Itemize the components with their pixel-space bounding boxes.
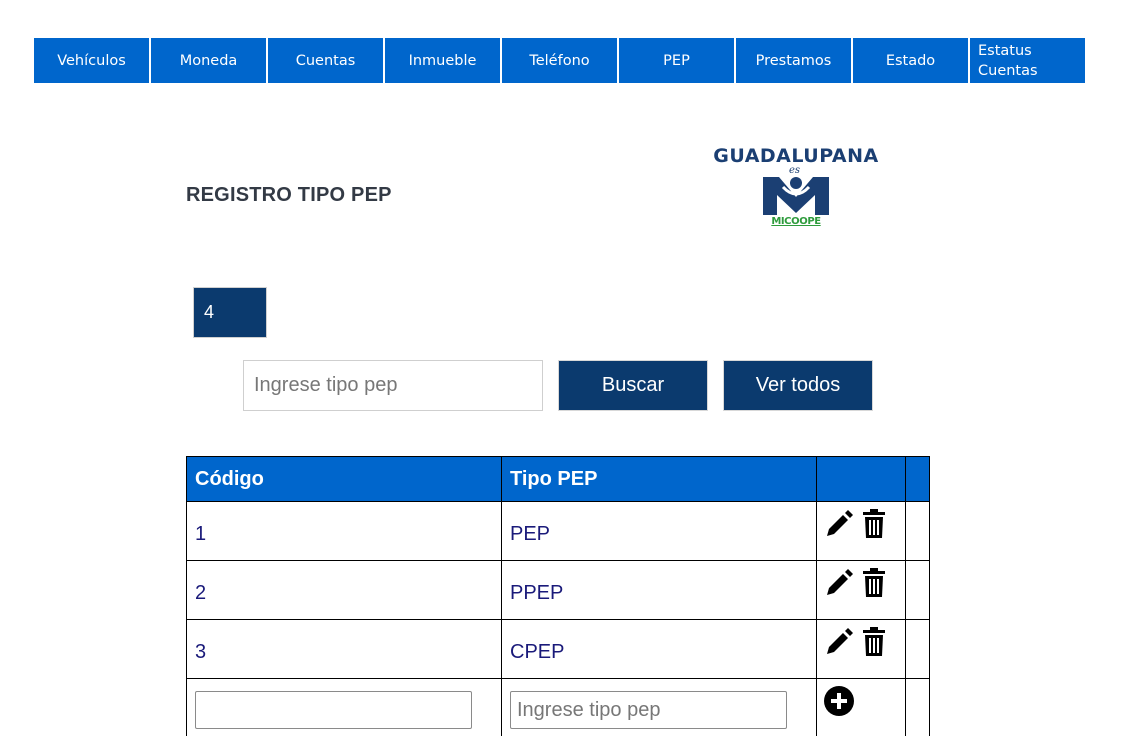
nav-item-inmueble[interactable]: Inmueble [385,38,500,83]
logo-sub: MICOOPE [771,216,821,227]
cell-actions [816,619,906,679]
trash-icon[interactable] [861,626,887,658]
new-type-input[interactable] [510,691,787,729]
logo-tagline: es [789,165,800,176]
nav-item-prestamos[interactable]: Prestamos [736,38,851,83]
nav-item-pep[interactable]: PEP [619,38,734,83]
nav-item-moneda[interactable]: Moneda [151,38,266,83]
table-row: 1 PEP [186,501,930,561]
trash-icon[interactable] [861,567,887,599]
logo: GUADALUPANA es MICOOPE [685,143,907,235]
cell-extra [905,560,930,620]
table-row: 2 PPEP [186,560,930,620]
nav-item-cuentas[interactable]: Cuentas [268,38,383,83]
pencil-icon[interactable] [823,508,855,540]
new-row [186,678,930,736]
top-nav: Vehículos Moneda Cuentas Inmueble Teléfo… [34,38,1085,83]
nav-item-estatus-cuentas[interactable]: Estatus Cuentas [970,38,1085,83]
cell-code: 2 [186,560,502,620]
header-type: Tipo PEP [501,456,817,502]
cell-extra [905,619,930,679]
cell-extra [905,678,930,736]
view-all-button[interactable]: Ver todos [723,360,873,411]
page: Vehículos Moneda Cuentas Inmueble Teléfo… [0,0,1145,736]
nav-item-telefono[interactable]: Teléfono [502,38,617,83]
header-extra [905,456,930,502]
logo-mark-icon: es [761,165,831,215]
logo-name: GUADALUPANA [713,145,879,167]
header-code: Código [186,456,502,502]
plus-circle-icon[interactable] [823,685,855,717]
table-row: 3 CPEP [186,619,930,679]
cell-type: PPEP [501,560,817,620]
table-header-row: Código Tipo PEP [186,456,930,502]
trash-icon[interactable] [861,508,887,540]
pencil-icon[interactable] [823,567,855,599]
cell-actions [816,560,906,620]
record-counter: 4 [193,287,267,338]
new-code-cell [186,678,502,736]
nav-item-estado[interactable]: Estado [853,38,968,83]
cell-type: CPEP [501,619,817,679]
nav-item-vehiculos[interactable]: Vehículos [34,38,149,83]
cell-code: 1 [186,501,502,561]
new-actions-cell [816,678,906,736]
pencil-icon[interactable] [823,626,855,658]
pep-type-table: Código Tipo PEP 1 PEP 2 PPEP 3 CPEP Ingr… [186,456,930,736]
header-actions [816,456,906,502]
cell-extra [905,501,930,561]
search-button[interactable]: Buscar [558,360,708,411]
page-title: REGISTRO TIPO PEP [186,184,392,206]
cell-type: PEP [501,501,817,561]
cell-actions [816,501,906,561]
new-type-cell [501,678,817,736]
new-code-input[interactable] [195,691,472,729]
cell-code: 3 [186,619,502,679]
search-input[interactable] [243,360,543,411]
